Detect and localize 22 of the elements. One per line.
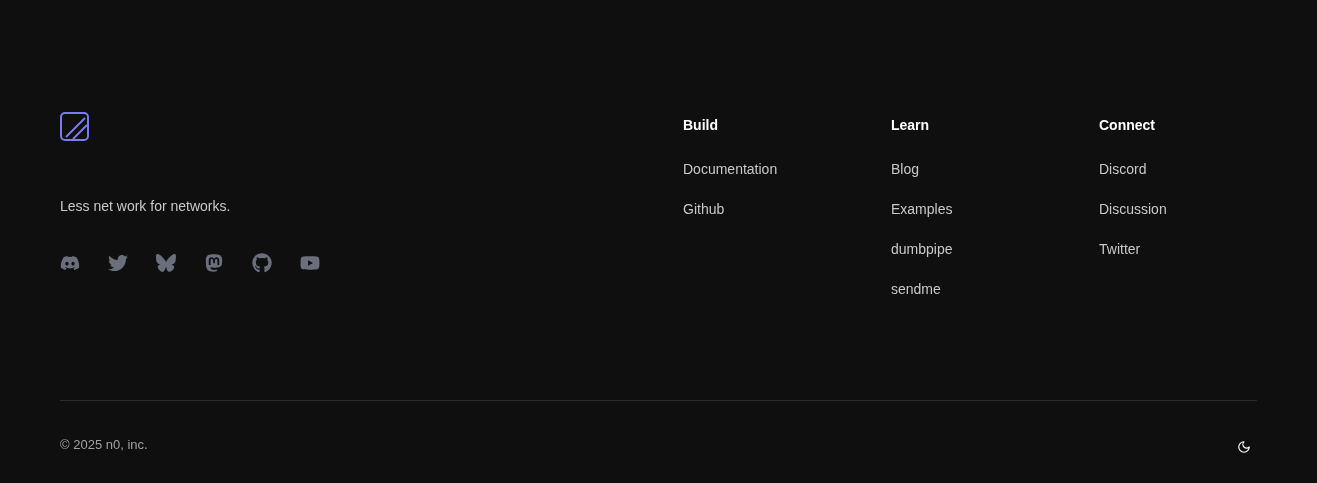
footer-link[interactable]: Examples — [891, 200, 1099, 218]
play-icon[interactable] — [300, 253, 320, 273]
footer-link[interactable]: Twitter — [1099, 240, 1167, 258]
tagline: Less net work for networks. — [60, 197, 232, 215]
footer-link[interactable]: sendme — [891, 280, 1099, 298]
footer-link[interactable]: Blog — [891, 160, 1099, 178]
butterfly-icon[interactable] — [156, 253, 176, 273]
footer-link[interactable]: Github — [683, 200, 891, 218]
bird-icon[interactable] — [108, 253, 128, 273]
github-icon[interactable] — [252, 253, 272, 273]
moon-icon[interactable] — [1237, 439, 1251, 454]
logo-icon[interactable] — [60, 112, 89, 141]
column-heading: Connect — [1099, 116, 1156, 135]
column-heading: Build — [683, 116, 719, 135]
footer-link[interactable]: Discussion — [1099, 200, 1167, 218]
footer-link[interactable]: Discord — [1099, 160, 1167, 178]
column-heading: Learn — [891, 116, 931, 135]
footer-link[interactable]: dumbpipe — [891, 240, 1099, 258]
copyright: © 2025 n0, inc. — [60, 436, 148, 454]
discord-icon[interactable] — [60, 253, 80, 273]
footer-link[interactable]: Documentation — [683, 160, 891, 178]
mastodon-icon[interactable] — [204, 253, 224, 273]
